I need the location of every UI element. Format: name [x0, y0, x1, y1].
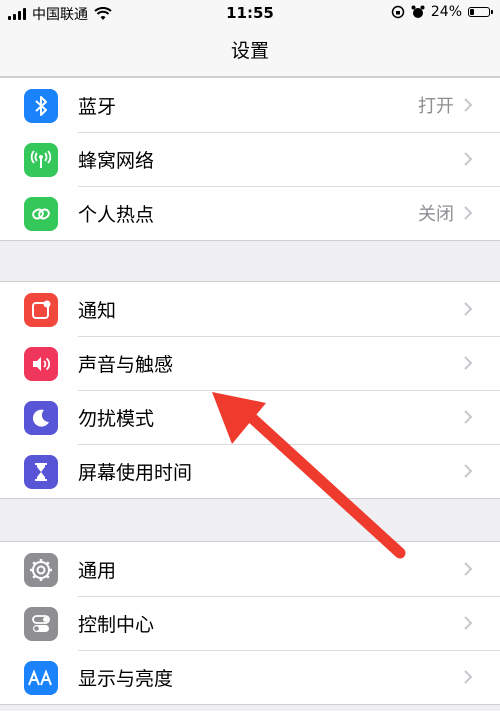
annotation-arrow	[212, 392, 406, 559]
